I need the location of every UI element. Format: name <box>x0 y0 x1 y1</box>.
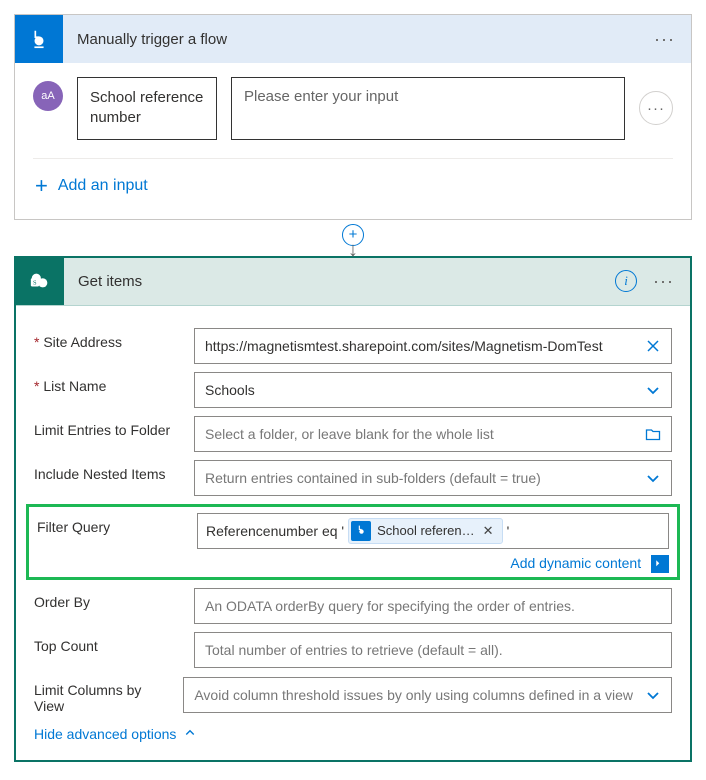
field-include-nested: Include Nested Items Return entries cont… <box>34 460 672 496</box>
label-limit-columns: Limit Columns by View <box>34 676 173 714</box>
trigger-header[interactable]: Manually trigger a flow ··· <box>15 15 691 63</box>
filter-query-highlight: Filter Query Referencenumber eq ' School… <box>26 504 680 580</box>
arrow-down-icon: ↓ <box>348 244 358 256</box>
action-title: Get items <box>78 273 615 290</box>
trigger-connector-icon <box>15 15 63 63</box>
field-filter-query: Filter Query Referencenumber eq ' School… <box>37 513 669 549</box>
input-list-name[interactable]: Schools <box>194 372 672 408</box>
label-filter-query: Filter Query <box>37 513 187 535</box>
plus-icon: + <box>35 175 48 197</box>
label-order-by: Order By <box>34 588 184 610</box>
trigger-input-name[interactable]: School reference number <box>77 77 217 140</box>
folder-icon[interactable] <box>641 426 665 442</box>
chevron-down-icon[interactable] <box>641 687 665 703</box>
input-site-address[interactable]: https://magnetismtest.sharepoint.com/sit… <box>194 328 672 364</box>
input-type-icon: aA <box>33 81 63 111</box>
trigger-input-value[interactable]: Please enter your input <box>231 77 625 140</box>
action-body: Site Address https://magnetismtest.share… <box>16 306 690 760</box>
input-filter-query[interactable]: Referencenumber eq ' School referen… ✕ ' <box>197 513 669 549</box>
input-top-count[interactable]: Total number of entries to retrieve (def… <box>194 632 672 668</box>
token-label: School referen… <box>377 523 475 538</box>
filter-suffix: ' <box>507 523 510 539</box>
chevron-up-icon <box>184 726 196 742</box>
field-site-address: Site Address https://magnetismtest.share… <box>34 328 672 364</box>
add-input-button[interactable]: + Add an input <box>33 171 673 201</box>
label-list-name: List Name <box>34 372 184 394</box>
trigger-body: aA School reference number Please enter … <box>15 63 691 219</box>
label-top-count: Top Count <box>34 632 184 654</box>
dynamic-token-school-reference[interactable]: School referen… ✕ <box>348 518 502 544</box>
input-limit-folder[interactable]: Select a folder, or leave blank for the … <box>194 416 672 452</box>
field-order-by: Order By An ODATA orderBy query for spec… <box>34 588 672 624</box>
field-limit-folder: Limit Entries to Folder Select a folder,… <box>34 416 672 452</box>
action-menu-button[interactable]: ··· <box>647 267 680 296</box>
info-icon[interactable]: i <box>615 270 637 292</box>
clear-icon[interactable] <box>641 338 665 354</box>
trigger-title: Manually trigger a flow <box>77 31 648 48</box>
token-trigger-icon <box>351 521 371 541</box>
input-include-nested[interactable]: Return entries contained in sub-folders … <box>194 460 672 496</box>
add-dynamic-content-link[interactable]: Add dynamic content <box>510 555 641 571</box>
trigger-card: Manually trigger a flow ··· aA School re… <box>14 14 692 220</box>
dynamic-content-row: Add dynamic content <box>37 555 669 573</box>
hide-advanced-options-link[interactable]: Hide advanced options <box>34 726 672 742</box>
divider <box>33 158 673 159</box>
add-dynamic-content-button[interactable] <box>651 555 669 573</box>
chevron-down-icon[interactable] <box>641 382 665 398</box>
chevron-down-icon[interactable] <box>641 470 665 486</box>
add-input-label: Add an input <box>58 177 148 195</box>
token-remove-icon[interactable]: ✕ <box>481 523 496 539</box>
hide-advanced-label: Hide advanced options <box>34 726 176 742</box>
input-order-by[interactable]: An ODATA orderBy query for specifying th… <box>194 588 672 624</box>
label-include-nested: Include Nested Items <box>34 460 184 482</box>
flow-connector: + ↓ <box>14 224 692 256</box>
field-top-count: Top Count Total number of entries to ret… <box>34 632 672 668</box>
label-limit-folder: Limit Entries to Folder <box>34 416 184 438</box>
svg-text:S: S <box>33 280 37 287</box>
input-limit-columns[interactable]: Avoid column threshold issues by only us… <box>183 677 672 713</box>
field-list-name: List Name Schools <box>34 372 672 408</box>
label-site-address: Site Address <box>34 328 184 350</box>
action-header[interactable]: S Get items i ··· <box>16 258 690 306</box>
sharepoint-connector-icon: S <box>16 257 64 305</box>
trigger-input-menu-button[interactable]: ··· <box>639 91 673 125</box>
filter-prefix: Referencenumber eq ' <box>206 523 344 539</box>
trigger-menu-button[interactable]: ··· <box>648 25 681 54</box>
action-card: S Get items i ··· Site Address https://m… <box>14 256 692 762</box>
field-limit-columns: Limit Columns by View Avoid column thres… <box>34 676 672 714</box>
